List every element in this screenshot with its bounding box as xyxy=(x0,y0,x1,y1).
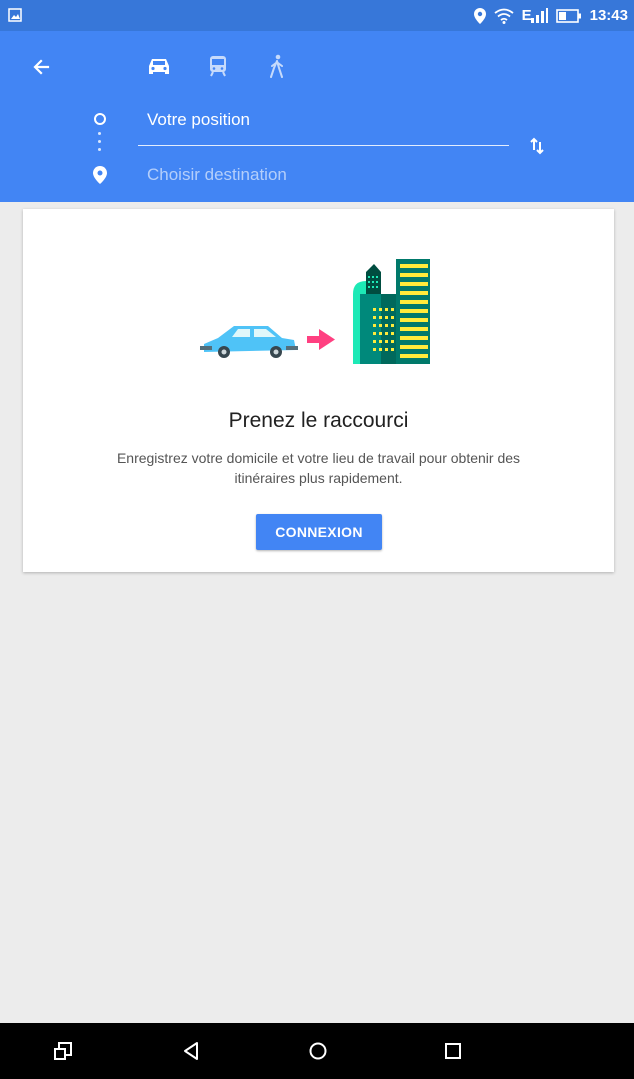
mode-transit-button[interactable] xyxy=(203,51,233,81)
destination-pin-icon xyxy=(93,166,107,184)
car-to-building-illustration xyxy=(200,259,430,364)
status-bar: E 13:43 xyxy=(0,0,634,31)
car-illustration-icon xyxy=(200,326,298,358)
home-icon xyxy=(309,1042,327,1060)
image-icon xyxy=(8,8,22,22)
wifi-icon xyxy=(494,8,514,24)
clock: 13:43 xyxy=(589,7,628,24)
card-description: Enregistrez votre domicile et votre lieu… xyxy=(116,450,521,486)
arrow-right-illustration-icon xyxy=(307,329,335,350)
location-icon xyxy=(473,7,486,24)
connexion-button[interactable]: CONNEXION xyxy=(256,514,382,550)
walk-icon xyxy=(270,54,283,78)
signal-icon xyxy=(530,7,548,23)
car-icon xyxy=(149,59,169,74)
card-title: Prenez le raccourci xyxy=(228,409,409,432)
mode-car-button[interactable] xyxy=(144,51,174,81)
nav-back-button[interactable] xyxy=(175,1035,207,1067)
battery-icon xyxy=(555,8,581,23)
buildings-illustration-icon xyxy=(353,259,430,364)
back-button[interactable] xyxy=(26,51,58,83)
arrow-left-icon xyxy=(33,59,50,75)
overview-icon xyxy=(445,1043,461,1059)
origin-input[interactable]: Votre position xyxy=(147,107,509,133)
recent-apps-alt-icon xyxy=(54,1042,72,1060)
back-icon xyxy=(184,1042,198,1060)
destination-input[interactable]: Choisir destination xyxy=(147,162,509,188)
system-nav-bar xyxy=(0,1023,634,1079)
origin-circle-icon xyxy=(94,113,106,125)
field-divider xyxy=(138,145,509,146)
mode-walk-button[interactable] xyxy=(262,51,292,81)
directions-header: Votre position Choisir destination xyxy=(0,31,634,202)
route-dots-icon xyxy=(98,132,102,162)
nav-recent-alt-button[interactable] xyxy=(47,1035,79,1067)
train-icon xyxy=(210,56,226,77)
swap-icon xyxy=(530,137,544,155)
swap-button[interactable] xyxy=(522,131,552,161)
shortcut-card: Prenez le raccourci Enregistrez votre do… xyxy=(23,209,614,572)
nav-home-button[interactable] xyxy=(302,1035,334,1067)
nav-overview-button[interactable] xyxy=(437,1035,469,1067)
